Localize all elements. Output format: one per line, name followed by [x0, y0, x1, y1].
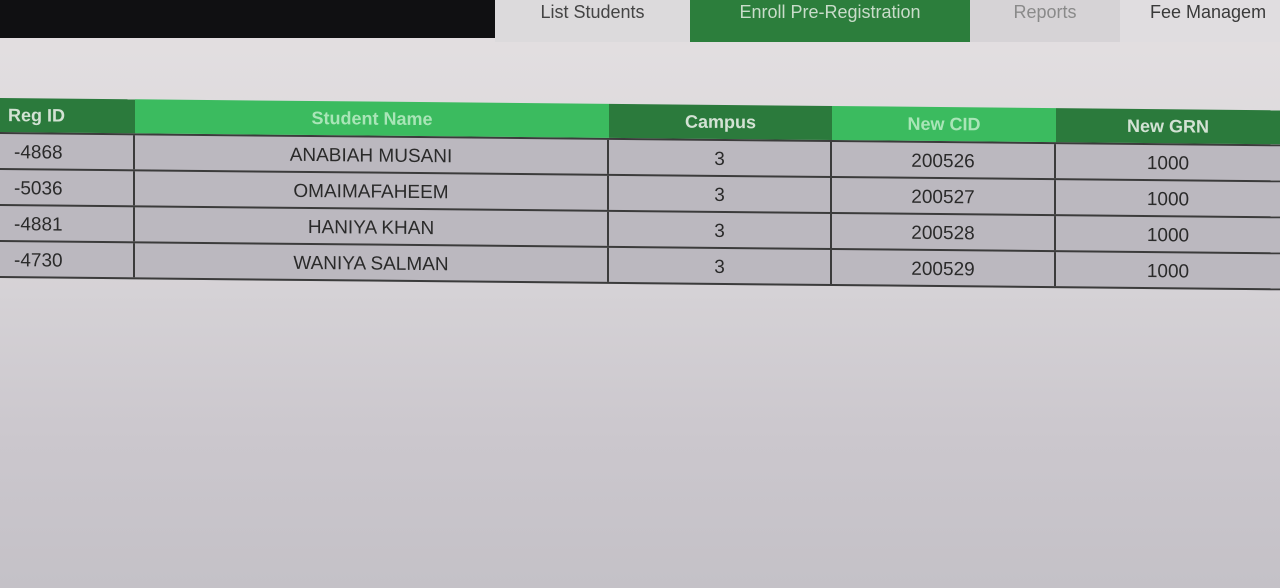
cell-campus: 3	[609, 247, 832, 284]
cell-reg-id: -4881	[0, 206, 135, 242]
column-header-new-cid[interactable]: New CID	[832, 105, 1056, 143]
column-header-student-name[interactable]: Student Name	[135, 99, 609, 138]
cell-reg-id: -5036	[0, 170, 135, 206]
cell-new-cid: 200528	[832, 213, 1056, 251]
tab-enroll-pre-registration[interactable]: Enroll Pre-Registration	[690, 0, 970, 42]
students-table: Reg ID Student Name Campus New CID New G…	[0, 98, 1280, 291]
cell-new-grn: 1000	[1146, 153, 1190, 175]
top-dark-bar	[0, 0, 495, 38]
column-header-campus[interactable]: Campus	[609, 103, 832, 140]
cell-campus: 3	[609, 175, 832, 212]
cell-student-name: OMAIMAFAHEEM	[135, 171, 609, 210]
cell-new-cid: 200526	[832, 141, 1056, 179]
cell-campus: 3	[609, 139, 832, 176]
cell-new-cid: 200527	[832, 177, 1056, 215]
tab-bar: List Students Enroll Pre-Registration Re…	[495, 0, 1280, 42]
cell-student-name: HANIYA KHAN	[135, 207, 609, 246]
cell-student-name: ANABIAH MUSANI	[135, 135, 609, 174]
tab-fee-management[interactable]: Fee Managem	[1120, 0, 1280, 42]
cell-student-name: WANIYA SALMAN	[135, 243, 609, 282]
cell-reg-id: -4868	[0, 134, 135, 170]
cell-campus: 3	[609, 211, 832, 248]
cell-new-cid: 200529	[832, 249, 1056, 287]
cell-new-grn: 1000	[1146, 189, 1190, 211]
cell-reg-id: -4730	[0, 242, 135, 278]
tab-reports[interactable]: Reports	[970, 0, 1120, 42]
column-header-new-grn[interactable]: New GRN	[1056, 108, 1280, 145]
cell-new-grn: 1000	[1146, 225, 1190, 247]
column-header-reg-id[interactable]: Reg ID	[0, 98, 135, 134]
tab-list-students[interactable]: List Students	[495, 0, 690, 42]
cell-new-grn: 1000	[1146, 261, 1190, 283]
